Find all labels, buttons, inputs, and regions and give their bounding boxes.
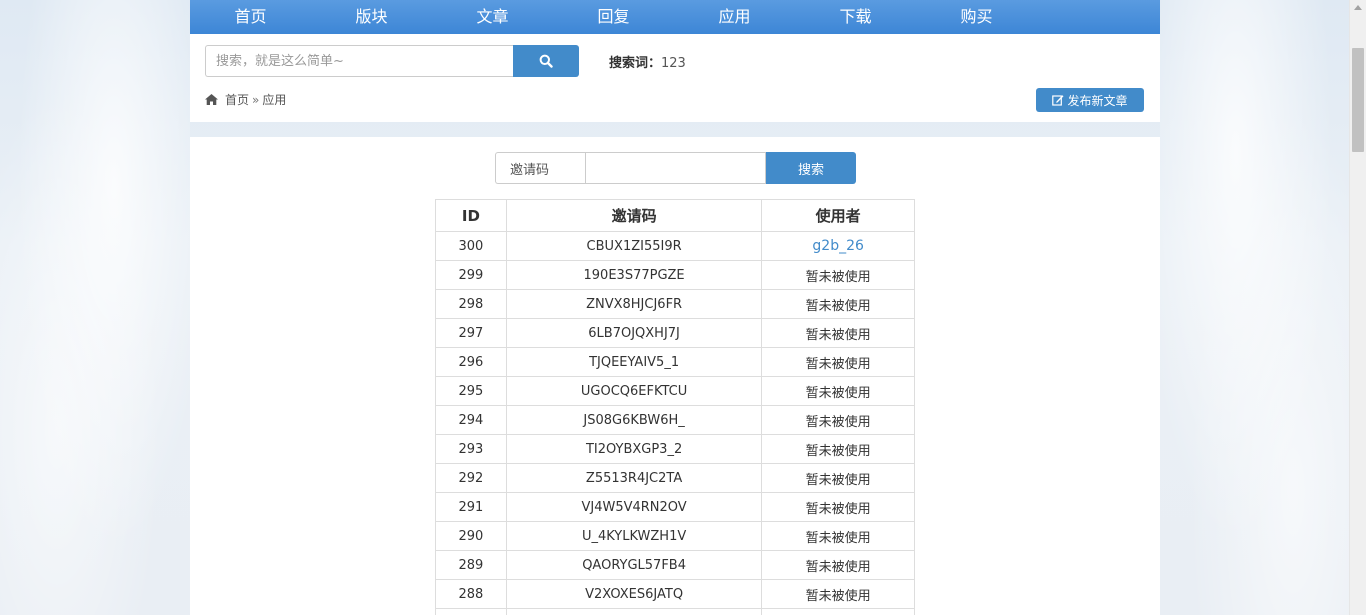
search-icon xyxy=(539,54,553,68)
background-decoration-right xyxy=(1160,0,1350,615)
cell-invite-code: UGOCQ6EFKTCU xyxy=(505,376,763,406)
vertical-scrollbar[interactable] xyxy=(1349,0,1366,615)
table-row: 300 CBUX1ZI55I9R g2b_26 xyxy=(435,231,915,261)
table-row: 291 VJ4W5V4RN2OV 暂未被使用 xyxy=(435,492,915,522)
table-row: 293 TI2OYBXGP3_2 暂未被使用 xyxy=(435,434,915,464)
cell-user: g2b_26 xyxy=(761,231,915,261)
cell-user: 暂未被使用 xyxy=(761,550,915,580)
table-row: 288 V2XOXES6JATQ 暂未被使用 xyxy=(435,579,915,609)
cell-user: 暂未被使用 xyxy=(761,463,915,493)
cell-id: 294 xyxy=(435,405,507,435)
breadcrumb-home[interactable]: 首页 xyxy=(225,91,249,108)
breadcrumb: 首页 » 应用 xyxy=(205,91,286,108)
table-row: 289 QAORYGL57FB4 暂未被使用 xyxy=(435,550,915,580)
table-row xyxy=(435,608,915,615)
cell-id: 288 xyxy=(435,579,507,609)
invite-search-button[interactable]: 搜索 xyxy=(766,152,856,184)
table-row: 299 190E3S77PGZE 暂未被使用 xyxy=(435,260,915,290)
invite-code-table: ID 邀请码 使用者 300 CBUX1ZI55I9R g2b_26 299 190E3… xyxy=(435,199,915,615)
cell-user: 暂未被使用 xyxy=(761,405,915,435)
table-row: 297 6LB7OJQXHJ7J 暂未被使用 xyxy=(435,318,915,348)
cell-invite-code: TJQEEYAIV5_1 xyxy=(505,347,763,377)
cell-id: 296 xyxy=(435,347,507,377)
cell-invite-code: ZNVX8HJCJ6FR xyxy=(505,289,763,319)
breadcrumb-separator: » xyxy=(252,92,260,107)
cell-id: 295 xyxy=(435,376,507,406)
cell-user: 暂未被使用 xyxy=(761,289,915,319)
background-decoration-left xyxy=(0,0,190,615)
table-row: 296 TJQEEYAIV5_1 暂未被使用 xyxy=(435,347,915,377)
nav-item-home[interactable]: 首页 xyxy=(190,0,311,34)
cell-id: 298 xyxy=(435,289,507,319)
table-row: 294 JS08G6KBW6H_ 暂未被使用 xyxy=(435,405,915,435)
search-button[interactable] xyxy=(513,45,579,77)
cell-invite-code: JS08G6KBW6H_ xyxy=(505,405,763,435)
cell-user: 暂未被使用 xyxy=(761,521,915,551)
cell-invite-code: 190E3S77PGZE xyxy=(505,260,763,290)
column-header-code: 邀请码 xyxy=(505,199,763,232)
table-row: 292 Z5513R4JC2TA 暂未被使用 xyxy=(435,463,915,493)
nav-item-apps[interactable]: 应用 xyxy=(674,0,795,34)
scroll-thumb[interactable] xyxy=(1352,48,1364,152)
cell-id: 289 xyxy=(435,550,507,580)
nav-item-downloads[interactable]: 下载 xyxy=(795,0,916,34)
publish-article-label: 发布新文章 xyxy=(1067,93,1128,108)
table-row: 298 ZNVX8HJCJ6FR 暂未被使用 xyxy=(435,289,915,319)
cell-invite-code: 6LB7OJQXHJ7J xyxy=(505,318,763,348)
cell-invite-code: VJ4W5V4RN2OV xyxy=(505,492,763,522)
table-row: 295 UGOCQ6EFKTCU 暂未被使用 xyxy=(435,376,915,406)
search-keyword: 搜索词：123 xyxy=(609,52,686,71)
cell-id: 299 xyxy=(435,260,507,290)
cell-id: 291 xyxy=(435,492,507,522)
main-panel: 邀请码 搜索 ID 邀请码 使用者 300 CBUX1ZI55I9R g2b_26 2… xyxy=(190,137,1160,615)
table-row: 290 U_4KYLKWZH1V 暂未被使用 xyxy=(435,521,915,551)
cell-user xyxy=(761,608,915,615)
cell-user: 暂未被使用 xyxy=(761,434,915,464)
cell-invite-code xyxy=(505,608,763,615)
cell-id: 297 xyxy=(435,318,507,348)
cell-user: 暂未被使用 xyxy=(761,260,915,290)
table-header-row: ID 邀请码 使用者 xyxy=(435,199,915,232)
invite-code-label: 邀请码 xyxy=(495,152,585,184)
cell-user: 暂未被使用 xyxy=(761,579,915,609)
cell-invite-code: TI2OYBXGP3_2 xyxy=(505,434,763,464)
top-nav: 首页 版块 文章 回复 应用 下载 购买 xyxy=(190,0,1160,34)
column-header-id: ID xyxy=(435,199,507,232)
cell-user: 暂未被使用 xyxy=(761,318,915,348)
cell-user: 暂未被使用 xyxy=(761,376,915,406)
cell-user: 暂未被使用 xyxy=(761,347,915,377)
publish-article-button[interactable]: 发布新文章 xyxy=(1036,88,1144,112)
invite-search-form: 邀请码 搜索 xyxy=(495,152,856,184)
nav-item-articles[interactable]: 文章 xyxy=(432,0,553,34)
edit-icon xyxy=(1052,95,1064,106)
cell-id: 290 xyxy=(435,521,507,551)
cell-id: 300 xyxy=(435,231,507,261)
page-container: 首页 版块 文章 回复 应用 下载 购买 搜索词：123 首页 » 应用 xyxy=(190,0,1160,615)
cell-invite-code: QAORYGL57FB4 xyxy=(505,550,763,580)
table-body: 300 CBUX1ZI55I9R g2b_26 299 190E3S77PGZE 暂未被使… xyxy=(435,231,915,615)
invite-code-input[interactable] xyxy=(585,152,766,184)
column-header-user: 使用者 xyxy=(761,199,915,232)
search-input[interactable] xyxy=(205,45,514,77)
scroll-up-arrow-icon[interactable] xyxy=(1354,5,1362,10)
breadcrumb-current: 应用 xyxy=(262,93,287,107)
search-keyword-label: 搜索词： xyxy=(609,56,662,71)
cell-id: 293 xyxy=(435,434,507,464)
cell-id xyxy=(435,608,507,615)
cell-invite-code: V2XOXES6JATQ xyxy=(505,579,763,609)
header-panel: 搜索词：123 首页 » 应用 发布新文章 xyxy=(190,34,1160,122)
cell-invite-code: CBUX1ZI55I9R xyxy=(505,231,763,261)
home-icon xyxy=(205,94,218,105)
nav-item-replies[interactable]: 回复 xyxy=(553,0,674,34)
cell-id: 292 xyxy=(435,463,507,493)
search-keyword-value: 123 xyxy=(661,56,686,71)
cell-invite-code: U_4KYLKWZH1V xyxy=(505,521,763,551)
nav-item-purchase[interactable]: 购买 xyxy=(916,0,1037,34)
user-link[interactable]: g2b_26 xyxy=(812,238,864,254)
cell-invite-code: Z5513R4JC2TA xyxy=(505,463,763,493)
nav-item-forums[interactable]: 版块 xyxy=(311,0,432,34)
cell-user: 暂未被使用 xyxy=(761,492,915,522)
